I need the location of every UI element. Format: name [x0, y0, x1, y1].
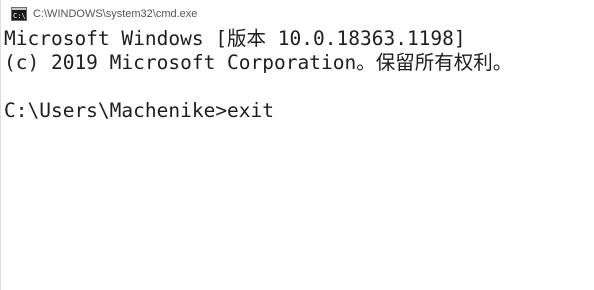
- window-title: C:\WINDOWS\system32\cmd.exe: [33, 7, 198, 20]
- cmd-console-icon: C:\: [11, 6, 27, 21]
- console-line-prompt-command: C:\Users\Machenike>exit: [4, 99, 275, 122]
- console-line-copyright: (c) 2019 Microsoft Corporation。保留所有权利。: [4, 51, 513, 74]
- title-bar[interactable]: C:\ C:\WINDOWS\system32\cmd.exe: [1, 0, 594, 27]
- console-line-version: Microsoft Windows [版本 10.0.18363.1198]: [4, 27, 466, 50]
- svg-text:C:\: C:\: [13, 12, 26, 20]
- console-output[interactable]: Microsoft Windows [版本 10.0.18363.1198] (…: [4, 27, 592, 288]
- cmd-window: C:\ C:\WINDOWS\system32\cmd.exe Microsof…: [0, 0, 594, 290]
